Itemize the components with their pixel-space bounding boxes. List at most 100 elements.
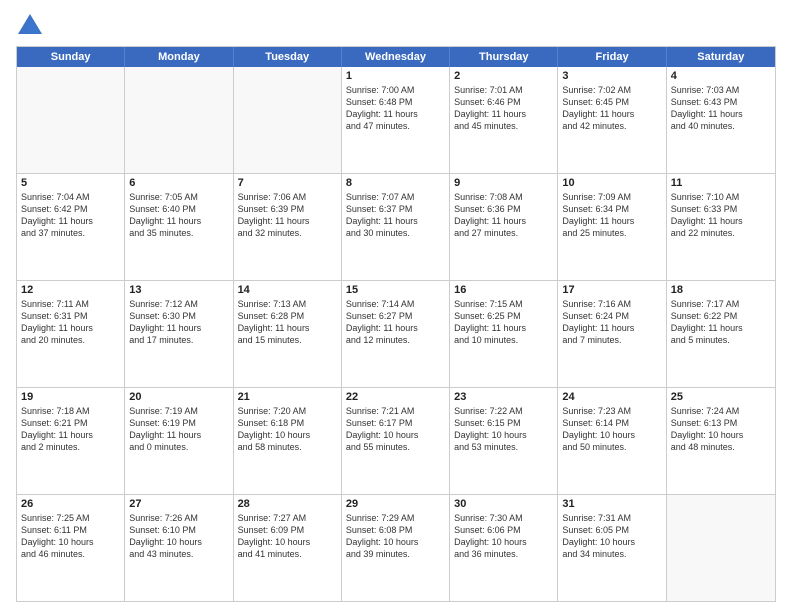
day-cell: 6Sunrise: 7:05 AM Sunset: 6:40 PM Daylig…	[125, 174, 233, 280]
day-cell: 9 Sunrise: 7:08 AM Sunset: 6:36 PM Daylig…	[450, 174, 558, 280]
day-header: Friday	[558, 47, 666, 67]
day-cell	[17, 67, 125, 173]
day-number: 11	[671, 177, 771, 189]
day-number: 6	[129, 177, 228, 189]
weeks: 1 Sunrise: 7:00 AM Sunset: 6:48 PM Daylig…	[17, 67, 775, 601]
day-info: Sunrise: 7:21 AM Sunset: 6:17 PM Dayligh…	[346, 405, 445, 454]
day-number: 18	[671, 284, 771, 296]
day-cell: 16 Sunrise: 7:15 AM Sunset: 6:25 PM Dayli…	[450, 281, 558, 387]
day-info: Sunrise: 7:00 AM Sunset: 6:48 PM Dayligh…	[346, 84, 445, 133]
day-info: Sunrise: 7:24 AM Sunset: 6:13 PM Dayligh…	[671, 405, 771, 454]
day-number: 12	[21, 284, 120, 296]
day-info: Sunrise: 7:14 AM Sunset: 6:27 PM Dayligh…	[346, 298, 445, 347]
day-info: Sunrise: 7:20 AM Sunset: 6:18 PM Dayligh…	[238, 405, 337, 454]
day-headers: SundayMondayTuesdayWednesdayThursdayFrid…	[17, 47, 775, 67]
day-cell: 10 Sunrise: 7:09 AM Sunset: 6:34 PM Dayli…	[558, 174, 666, 280]
day-number: 7	[238, 177, 337, 189]
day-cell: 4 Sunrise: 7:03 AM Sunset: 6:43 PM Daylig…	[667, 67, 775, 173]
day-cell: 27Sunrise: 7:26 AM Sunset: 6:10 PM Dayli…	[125, 495, 233, 601]
day-number: 8	[346, 177, 445, 189]
day-info: Sunrise: 7:01 AM Sunset: 6:46 PM Dayligh…	[454, 84, 553, 133]
day-number: 14	[238, 284, 337, 296]
day-cell: 24 Sunrise: 7:23 AM Sunset: 6:14 PM Dayli…	[558, 388, 666, 494]
day-info: Sunrise: 7:13 AM Sunset: 6:28 PM Dayligh…	[238, 298, 337, 347]
day-info: Sunrise: 7:27 AM Sunset: 6:09 PM Dayligh…	[238, 512, 337, 561]
day-cell: 13 Sunrise: 7:12 AM Sunset: 6:30 PM Dayli…	[125, 281, 233, 387]
day-info: Sunrise: 7:03 AM Sunset: 6:43 PM Dayligh…	[671, 84, 771, 133]
day-cell: 7 Sunrise: 7:06 AM Sunset: 6:39 PM Daylig…	[234, 174, 342, 280]
day-info: Sunrise: 7:08 AM Sunset: 6:36 PM Dayligh…	[454, 191, 553, 240]
day-info: Sunrise: 7:06 AM Sunset: 6:39 PM Dayligh…	[238, 191, 337, 240]
day-info: Sunrise: 7:04 AM Sunset: 6:42 PM Dayligh…	[21, 191, 120, 240]
day-number: 29	[346, 498, 445, 510]
day-cell: 22Sunrise: 7:21 AM Sunset: 6:17 PM Dayli…	[342, 388, 450, 494]
day-cell: 26 Sunrise: 7:25 AM Sunset: 6:11 PM Dayli…	[17, 495, 125, 601]
day-number: 16	[454, 284, 553, 296]
day-number: 5	[21, 177, 120, 189]
calendar: SundayMondayTuesdayWednesdayThursdayFrid…	[16, 46, 776, 602]
calendar-page: SundayMondayTuesdayWednesdayThursdayFrid…	[0, 0, 792, 612]
day-cell: 20 Sunrise: 7:19 AM Sunset: 6:19 PM Dayli…	[125, 388, 233, 494]
day-header: Tuesday	[234, 47, 342, 67]
day-cell: 8 Sunrise: 7:07 AM Sunset: 6:37 PM Daylig…	[342, 174, 450, 280]
day-info: Sunrise: 7:31 AM Sunset: 6:05 PM Dayligh…	[562, 512, 661, 561]
day-info: Sunrise: 7:30 AM Sunset: 6:06 PM Dayligh…	[454, 512, 553, 561]
day-cell: 28 Sunrise: 7:27 AM Sunset: 6:09 PM Dayli…	[234, 495, 342, 601]
day-info: Sunrise: 7:11 AM Sunset: 6:31 PM Dayligh…	[21, 298, 120, 347]
day-header: Sunday	[17, 47, 125, 67]
day-cell: 29 Sunrise: 7:29 AM Sunset: 6:08 PM Dayli…	[342, 495, 450, 601]
day-cell: 31 Sunrise: 7:31 AM Sunset: 6:05 PM Dayli…	[558, 495, 666, 601]
day-number: 10	[562, 177, 661, 189]
day-info: Sunrise: 7:29 AM Sunset: 6:08 PM Dayligh…	[346, 512, 445, 561]
day-info: Sunrise: 7:25 AM Sunset: 6:11 PM Dayligh…	[21, 512, 120, 561]
day-header: Thursday	[450, 47, 558, 67]
day-number: 25	[671, 391, 771, 403]
day-number: 2	[454, 70, 553, 82]
day-info: Sunrise: 7:09 AM Sunset: 6:34 PM Dayligh…	[562, 191, 661, 240]
day-info: Sunrise: 7:17 AM Sunset: 6:22 PM Dayligh…	[671, 298, 771, 347]
day-number: 1	[346, 70, 445, 82]
day-info: Sunrise: 7:12 AM Sunset: 6:30 PM Dayligh…	[129, 298, 228, 347]
day-number: 9	[454, 177, 553, 189]
day-cell	[125, 67, 233, 173]
day-number: 26	[21, 498, 120, 510]
day-cell: 1 Sunrise: 7:00 AM Sunset: 6:48 PM Daylig…	[342, 67, 450, 173]
day-info: Sunrise: 7:10 AM Sunset: 6:33 PM Dayligh…	[671, 191, 771, 240]
day-info: Sunrise: 7:19 AM Sunset: 6:19 PM Dayligh…	[129, 405, 228, 454]
day-info: Sunrise: 7:16 AM Sunset: 6:24 PM Dayligh…	[562, 298, 661, 347]
day-number: 3	[562, 70, 661, 82]
day-info: Sunrise: 7:07 AM Sunset: 6:37 PM Dayligh…	[346, 191, 445, 240]
day-number: 15	[346, 284, 445, 296]
day-info: Sunrise: 7:18 AM Sunset: 6:21 PM Dayligh…	[21, 405, 120, 454]
day-cell: 12 Sunrise: 7:11 AM Sunset: 6:31 PM Dayli…	[17, 281, 125, 387]
day-info: Sunrise: 7:15 AM Sunset: 6:25 PM Dayligh…	[454, 298, 553, 347]
day-header: Saturday	[667, 47, 775, 67]
day-info: Sunrise: 7:26 AM Sunset: 6:10 PM Dayligh…	[129, 512, 228, 561]
day-cell: 3 Sunrise: 7:02 AM Sunset: 6:45 PM Daylig…	[558, 67, 666, 173]
day-cell: 18 Sunrise: 7:17 AM Sunset: 6:22 PM Dayli…	[667, 281, 775, 387]
day-info: Sunrise: 7:02 AM Sunset: 6:45 PM Dayligh…	[562, 84, 661, 133]
day-number: 20	[129, 391, 228, 403]
week-row: 19 Sunrise: 7:18 AM Sunset: 6:21 PM Dayli…	[17, 387, 775, 494]
week-row: 1 Sunrise: 7:00 AM Sunset: 6:48 PM Daylig…	[17, 67, 775, 173]
day-number: 30	[454, 498, 553, 510]
day-cell: 23Sunrise: 7:22 AM Sunset: 6:15 PM Dayli…	[450, 388, 558, 494]
header	[16, 12, 776, 40]
day-number: 31	[562, 498, 661, 510]
day-info: Sunrise: 7:23 AM Sunset: 6:14 PM Dayligh…	[562, 405, 661, 454]
week-row: 26 Sunrise: 7:25 AM Sunset: 6:11 PM Dayli…	[17, 494, 775, 601]
day-number: 17	[562, 284, 661, 296]
day-number: 24	[562, 391, 661, 403]
day-cell: 19 Sunrise: 7:18 AM Sunset: 6:21 PM Dayli…	[17, 388, 125, 494]
day-cell: 15 Sunrise: 7:14 AM Sunset: 6:27 PM Dayli…	[342, 281, 450, 387]
day-cell: 21 Sunrise: 7:20 AM Sunset: 6:18 PM Dayli…	[234, 388, 342, 494]
logo-icon	[16, 12, 44, 40]
day-number: 19	[21, 391, 120, 403]
week-row: 12 Sunrise: 7:11 AM Sunset: 6:31 PM Dayli…	[17, 280, 775, 387]
day-cell	[234, 67, 342, 173]
day-number: 28	[238, 498, 337, 510]
day-number: 23	[454, 391, 553, 403]
day-number: 4	[671, 70, 771, 82]
day-number: 13	[129, 284, 228, 296]
day-number: 21	[238, 391, 337, 403]
